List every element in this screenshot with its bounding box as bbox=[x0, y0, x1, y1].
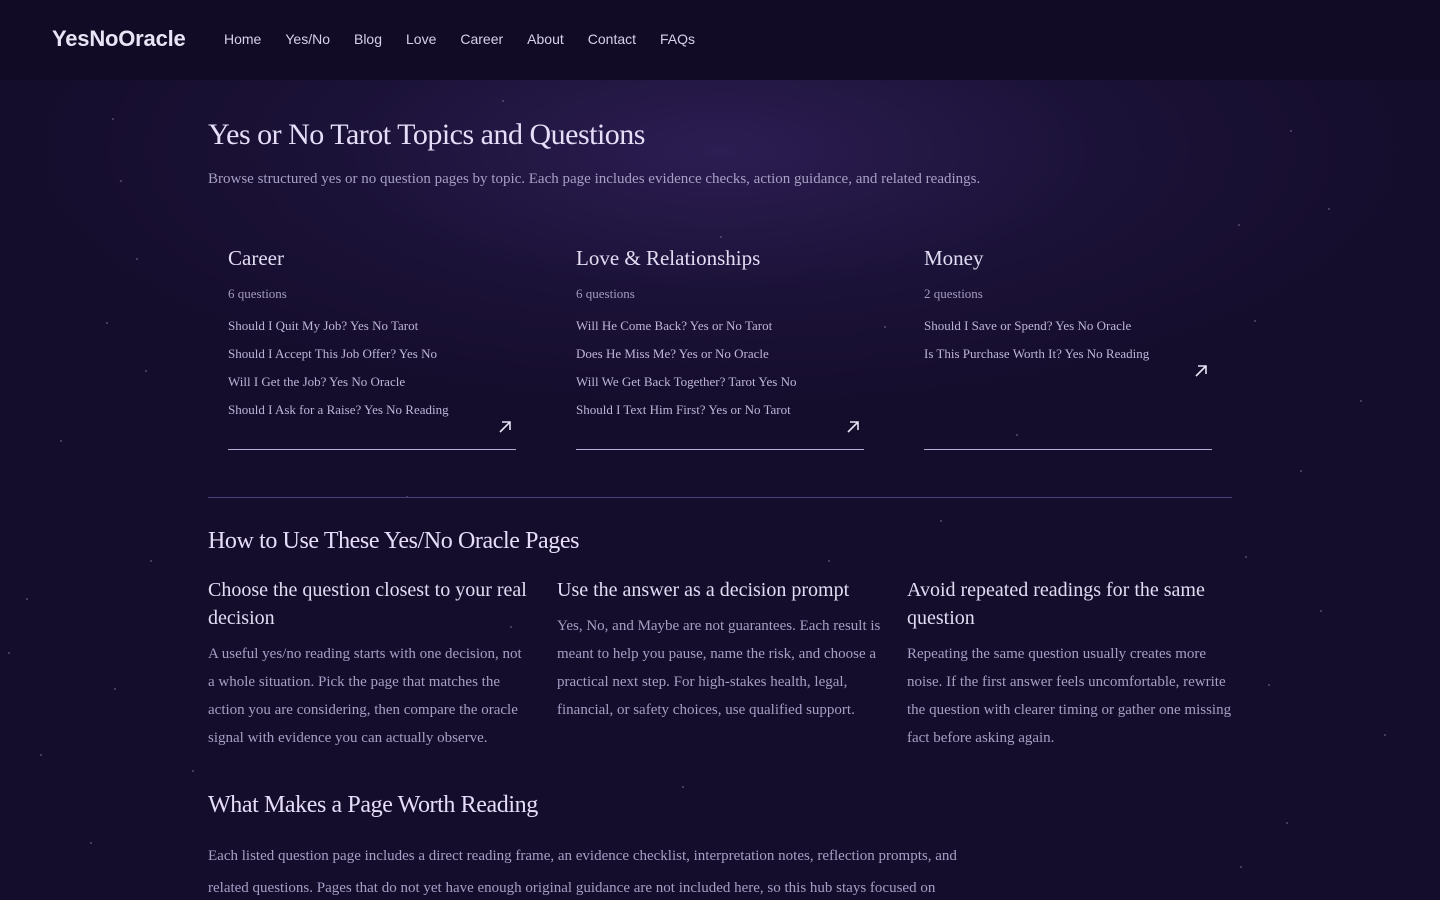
topic-question-list: Should I Quit My Job? Yes No Tarot Shoul… bbox=[228, 318, 516, 430]
howto-heading: Choose the question closest to your real… bbox=[208, 579, 527, 629]
howto-body: Repeating the same question usually crea… bbox=[907, 646, 1232, 746]
topic-title: Money bbox=[924, 246, 984, 270]
nav-home[interactable]: Home bbox=[224, 31, 261, 47]
topic-card-career: Career 6 questions Should I Quit My Job?… bbox=[228, 246, 516, 450]
question-link[interactable]: Should I Quit My Job? Yes No Tarot bbox=[228, 318, 516, 346]
section-divider bbox=[208, 497, 1232, 498]
howto-heading: Use the answer as a decision prompt bbox=[557, 579, 850, 601]
nav-contact[interactable]: Contact bbox=[588, 31, 636, 47]
question-link[interactable]: Is This Purchase Worth It? Yes No Readin… bbox=[924, 346, 1212, 374]
nav-love[interactable]: Love bbox=[406, 31, 436, 47]
topic-title: Love & Relationships bbox=[576, 246, 761, 270]
topic-count: 2 questions bbox=[924, 286, 983, 301]
topic-grid: Career 6 questions Should I Quit My Job?… bbox=[228, 246, 1228, 450]
page-title: Yes or No Tarot Topics and Questions bbox=[208, 118, 645, 151]
nav-career[interactable]: Career bbox=[460, 31, 503, 47]
topic-count: 6 questions bbox=[576, 286, 635, 301]
question-link[interactable]: Should I Ask for a Raise? Yes No Reading bbox=[228, 402, 516, 430]
site-logo[interactable]: YesNoOracle bbox=[52, 26, 186, 52]
howto-column: Avoid repeated readings for the same que… bbox=[907, 576, 1235, 752]
topic-card-love: Love & Relationships 6 questions Will He… bbox=[576, 246, 864, 450]
topic-count: 6 questions bbox=[228, 286, 287, 301]
howto-title: How to Use These Yes/No Oracle Pages bbox=[208, 528, 580, 554]
worth-title: What Makes a Page Worth Reading bbox=[208, 792, 538, 818]
arrow-up-right-icon[interactable] bbox=[846, 420, 860, 434]
howto-column: Use the answer as a decision prompt Yes,… bbox=[557, 576, 881, 724]
nav-blog[interactable]: Blog bbox=[354, 31, 382, 47]
question-link[interactable]: Should I Text Him First? Yes or No Tarot bbox=[576, 402, 864, 430]
nav-about[interactable]: About bbox=[527, 31, 564, 47]
howto-body: A useful yes/no reading starts with one … bbox=[208, 646, 522, 746]
arrow-up-right-icon[interactable] bbox=[1194, 364, 1208, 378]
question-link[interactable]: Should I Save or Spend? Yes No Oracle bbox=[924, 318, 1212, 346]
question-link[interactable]: Does He Miss Me? Yes or No Oracle bbox=[576, 346, 864, 374]
howto-column: Choose the question closest to your real… bbox=[208, 576, 532, 752]
question-link[interactable]: Will I Get the Job? Yes No Oracle bbox=[228, 374, 516, 402]
question-link[interactable]: Will He Come Back? Yes or No Tarot bbox=[576, 318, 864, 346]
page-intro: Browse structured yes or no question pag… bbox=[208, 171, 981, 187]
arrow-up-right-icon[interactable] bbox=[498, 420, 512, 434]
topic-question-list: Should I Save or Spend? Yes No Oracle Is… bbox=[924, 318, 1212, 374]
topic-title: Career bbox=[228, 246, 284, 270]
nav-faqs[interactable]: FAQs bbox=[660, 31, 695, 47]
topic-question-list: Will He Come Back? Yes or No Tarot Does … bbox=[576, 318, 864, 430]
question-link[interactable]: Should I Accept This Job Offer? Yes No bbox=[228, 346, 516, 374]
worth-body: Each listed question page includes a dir… bbox=[208, 848, 957, 896]
nav-yes-no[interactable]: Yes/No bbox=[285, 31, 330, 47]
howto-heading: Avoid repeated readings for the same que… bbox=[907, 579, 1205, 629]
site-header: YesNoOracle Home Yes/No Blog Love Career… bbox=[0, 0, 1440, 80]
topic-card-money: Money 2 questions Should I Save or Spend… bbox=[924, 246, 1212, 450]
question-link[interactable]: Will We Get Back Together? Tarot Yes No bbox=[576, 374, 864, 402]
howto-body: Yes, No, and Maybe are not guarantees. E… bbox=[557, 618, 881, 718]
main-nav: Home Yes/No Blog Love Career About Conta… bbox=[224, 31, 719, 47]
